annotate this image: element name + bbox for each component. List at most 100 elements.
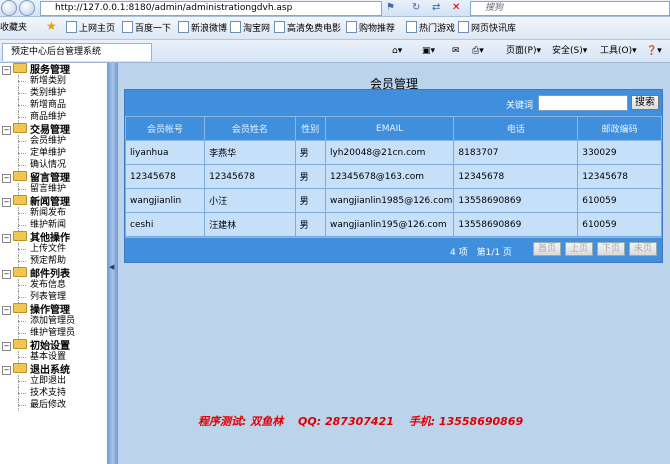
tree-item[interactable]: 预定帮助 <box>0 255 107 267</box>
table-cell: 汪建林 <box>204 212 296 237</box>
stop-icon[interactable]: ✕ <box>452 1 460 14</box>
table-cell: wangjianlin1985@126.com <box>324 188 455 213</box>
search-engine-input[interactable]: 搜狗 <box>470 1 670 16</box>
sidebar-splitter[interactable]: ◀ <box>107 63 118 464</box>
pager-info: 4 项 第1/1 页 <box>450 248 512 258</box>
go-icon[interactable]: ⇄ <box>432 1 440 14</box>
table-cell: 小汪 <box>204 188 296 213</box>
page-icon <box>458 21 469 33</box>
table-row[interactable]: wangjianlin 小汪男 wangjianlin1985@126.com 135… <box>124 188 662 213</box>
fav-link-7[interactable]: 网页快讯库 <box>458 21 516 36</box>
tree-group[interactable]: − 邮件列表 <box>0 267 107 280</box>
tree-item[interactable]: 新闻发布 <box>0 207 107 219</box>
table-row[interactable]: liyanhua 李燕华男 lyh20048@21cn.com 8183707 3300… <box>124 140 662 165</box>
tree-item[interactable]: 上传文件 <box>0 243 107 255</box>
table-header: 会员帐号 会员姓名 性别 EMAIL 电话 邮政编码 <box>124 116 662 141</box>
tree-item[interactable]: 新增类别 <box>0 75 107 87</box>
table-cell: 男 <box>294 188 326 213</box>
fav-link-5[interactable]: 购物推荐 <box>346 21 395 36</box>
tree-item[interactable]: 会员维护 <box>0 135 107 147</box>
fav-link-2[interactable]: 新浪微博 <box>178 21 227 36</box>
collapse-arrow-icon[interactable]: ◀ <box>109 263 114 271</box>
back-button[interactable] <box>1 0 17 16</box>
folder-icon <box>13 339 27 349</box>
collapse-icon[interactable]: − <box>2 270 11 279</box>
tree-group[interactable]: − 初始设置 <box>0 339 107 352</box>
home-icon[interactable]: ⌂▾ <box>392 45 402 57</box>
table-cell: 12345678 <box>577 164 662 189</box>
url-field[interactable]: http://127.0.0.1:8180/admin/administrati… <box>40 1 382 16</box>
tree-item[interactable]: 维护新闻 <box>0 219 107 231</box>
fav-link-4[interactable]: 高清免费电影 <box>274 21 341 36</box>
tree-item[interactable]: 最后修改 <box>0 399 107 411</box>
tree-group[interactable]: − 其他操作 <box>0 231 107 244</box>
table-cell: 12345678@163.com <box>324 164 455 189</box>
compat-icon[interactable]: ⚑ <box>386 1 395 14</box>
column-header: 邮政编码 <box>577 116 662 141</box>
collapse-icon[interactable]: − <box>2 306 11 315</box>
column-header: 性别 <box>294 116 326 141</box>
tab-admin[interactable]: 预定中心后台管理系统 <box>2 43 152 61</box>
collapse-icon[interactable]: − <box>2 198 11 207</box>
last-page-button[interactable]: 末页 <box>629 242 657 256</box>
star-icon[interactable]: ★ <box>46 19 57 33</box>
prev-page-button[interactable]: 上页 <box>565 242 593 256</box>
tree-item[interactable]: 维护管理员 <box>0 327 107 339</box>
tree-item[interactable]: 留言维护 <box>0 183 107 195</box>
collapse-icon[interactable]: − <box>2 66 11 75</box>
fav-link-6[interactable]: 热门游戏 <box>406 21 455 36</box>
print-icon[interactable]: ⎙▾ <box>472 45 484 57</box>
rss-icon[interactable]: ▣▾ <box>422 45 435 57</box>
column-header: EMAIL <box>324 116 455 141</box>
tools-menu[interactable]: 工具(O)▾ <box>600 45 637 57</box>
tree-group[interactable]: − 服务管理 <box>0 63 107 76</box>
collapse-icon[interactable]: − <box>2 234 11 243</box>
tree-item[interactable]: 类别维护 <box>0 87 107 99</box>
tree-item[interactable]: 定单维护 <box>0 147 107 159</box>
collapse-icon[interactable]: − <box>2 126 11 135</box>
tree-group[interactable]: − 操作管理 <box>0 303 107 316</box>
forward-button[interactable] <box>19 0 35 16</box>
page-menu[interactable]: 页面(P)▾ <box>506 45 541 57</box>
table-cell: lyh20048@21cn.com <box>324 140 455 165</box>
search-button[interactable]: 搜索 <box>631 95 659 110</box>
fav-link-3[interactable]: 淘宝网 <box>230 21 270 36</box>
tree-item[interactable]: 列表管理 <box>0 291 107 303</box>
table-cell: wangjianlin <box>124 188 206 213</box>
tree-item[interactable]: 发布信息 <box>0 279 107 291</box>
tree-item[interactable]: 添加管理员 <box>0 315 107 327</box>
tree-group[interactable]: − 新闻管理 <box>0 195 107 208</box>
member-table: 会员帐号 会员姓名 性别 EMAIL 电话 邮政编码 liyanhua 李燕华男 lyh200… <box>124 116 662 237</box>
member-grid: 关键词 搜索 会员帐号 会员姓名 性别 EMAIL 电话 邮政编码 liyanhua 李燕华… <box>124 89 663 263</box>
table-row[interactable]: 12345678 12345678 男 12345678@163.com 1234567… <box>124 164 662 189</box>
tree-item[interactable]: 立即退出 <box>0 375 107 387</box>
next-page-button[interactable]: 下页 <box>597 242 625 256</box>
tree-group[interactable]: − 留言管理 <box>0 171 107 184</box>
first-page-button[interactable]: 首页 <box>533 242 561 256</box>
folder-icon <box>13 171 27 181</box>
table-row[interactable]: ceshi 汪建林男 wangjianlin195@126.com 135586908… <box>124 212 662 237</box>
fav-link-0[interactable]: 上网主页 <box>66 21 115 36</box>
tree-group[interactable]: − 交易管理 <box>0 123 107 136</box>
favorites-button[interactable]: 收藏夹 <box>0 21 27 35</box>
tree-item[interactable]: 新增商品 <box>0 99 107 111</box>
keyword-input[interactable] <box>538 95 628 111</box>
tree-item[interactable]: 技术支持 <box>0 387 107 399</box>
help-icon[interactable]: ❓▾ <box>646 45 662 57</box>
fav-link-1[interactable]: 百度一下 <box>122 21 171 36</box>
search-label: 关键词 <box>506 101 534 111</box>
table-cell: wangjianlin195@126.com <box>324 212 455 237</box>
collapse-icon[interactable]: − <box>2 342 11 351</box>
tree-item[interactable]: 商品维护 <box>0 111 107 123</box>
tree-group[interactable]: − 退出系统 <box>0 363 107 376</box>
favorites-bar: 收藏夹 ★ 上网主页 百度一下 新浪微博 淘宝网 高清免费电影 购物推荐 热门游… <box>0 17 670 40</box>
safety-menu[interactable]: 安全(S)▾ <box>552 45 587 57</box>
tree-item[interactable]: 基本设置 <box>0 351 107 363</box>
mail-icon[interactable]: ✉ <box>452 45 460 57</box>
folder-icon <box>13 123 27 133</box>
tree-item[interactable]: 确认情况 <box>0 159 107 171</box>
collapse-icon[interactable]: − <box>2 174 11 183</box>
refresh-icon[interactable]: ↻ <box>412 1 420 14</box>
table-cell: 男 <box>294 164 326 189</box>
collapse-icon[interactable]: − <box>2 366 11 375</box>
